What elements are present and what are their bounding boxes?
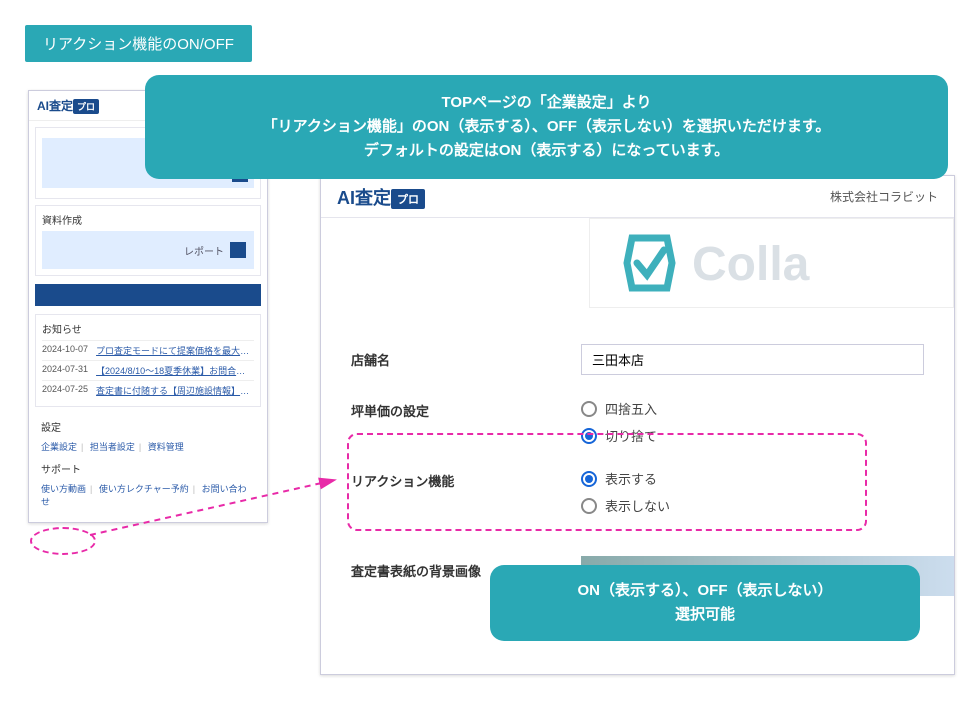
app-logo-large: AI査定プロ: [337, 184, 425, 210]
radio-icon: [581, 428, 597, 444]
label-reaction: リアクション機能: [351, 465, 581, 490]
link-lecture-book[interactable]: 使い方レクチャー予約: [99, 484, 189, 494]
input-store-name[interactable]: [581, 344, 924, 375]
news-section: お知らせ 2024-10-07 プロ査定モードにて提案価格を最大3つ計… 202…: [35, 314, 261, 407]
settings-title: 設定: [41, 419, 255, 434]
news-title: お知らせ: [42, 321, 254, 336]
news-date: 2024-10-07: [42, 344, 88, 357]
banner-line: デフォルトの設定はON（表示する）になっています。: [169, 139, 924, 163]
logo-badge: プロ: [391, 189, 425, 209]
settings-header: AI査定プロ 株式会社コラビット: [321, 176, 954, 218]
news-link[interactable]: プロ査定モードにて提案価格を最大3つ計…: [96, 344, 254, 357]
radio-unit-floor[interactable]: 切り捨て: [581, 426, 924, 445]
link-company-settings[interactable]: 企業設定: [41, 442, 77, 452]
link-staff-settings[interactable]: 担当者設定: [90, 442, 135, 452]
support-links-row: 使い方動画| 使い方レクチャー予約| お問い合わせ: [41, 480, 255, 510]
instruction-banner: TOPページの「企業設定」より 「リアクション機能」のON（表示する）、OFF（…: [145, 75, 948, 179]
banner-line: 「リアクション機能」のON（表示する）、OFF（表示しない）を選択いただけます。: [169, 115, 924, 139]
radio-label: 表示しない: [605, 496, 670, 515]
label-store-name: 店舗名: [351, 344, 581, 369]
news-item[interactable]: 2024-07-25 査定書に付随する【周辺施設情報】地域指…: [42, 380, 254, 400]
radio-icon: [581, 498, 597, 514]
radio-reaction-off[interactable]: 表示しない: [581, 496, 924, 515]
radio-unit-round[interactable]: 四捨五入: [581, 399, 924, 418]
news-date: 2024-07-25: [42, 384, 88, 397]
news-item[interactable]: 2024-07-31 【2024/8/10〜18夏季休業】お問合せは営業…: [42, 360, 254, 380]
radio-label: 四捨五入: [605, 399, 657, 418]
radio-icon: [581, 401, 597, 417]
label-unit-price: 坪単価の設定: [351, 395, 581, 420]
form-row-reaction: リアクション機能 表示する 表示しない: [351, 465, 924, 515]
doc-create-section: 資料作成 レポート: [35, 205, 261, 276]
banner-line: TOPページの「企業設定」より: [169, 91, 924, 115]
radio-label: 表示する: [605, 469, 657, 488]
radio-reaction-on[interactable]: 表示する: [581, 469, 924, 488]
main-action-bar[interactable]: [35, 284, 261, 306]
title-chip: リアクション機能のON/OFF: [25, 25, 252, 62]
form-row-unit-price: 坪単価の設定 四捨五入 切り捨て: [351, 395, 924, 445]
highlight-oval-company-settings: [30, 527, 96, 555]
company-name: 株式会社コラビット: [830, 188, 938, 205]
news-date: 2024-07-31: [42, 364, 88, 377]
settings-section: 設定 企業設定| 担当者設定| 資料管理 サポート 使い方動画| 使い方レクチャ…: [35, 413, 261, 516]
logo-badge: プロ: [73, 99, 99, 114]
logo-text: AI査定: [337, 188, 391, 208]
section-title-doc: 資料作成: [42, 212, 254, 227]
radio-icon: [581, 471, 597, 487]
callout-reaction: ON（表示する）、OFF（表示しない） 選択可能: [490, 565, 920, 641]
news-item[interactable]: 2024-10-07 プロ査定モードにて提案価格を最大3つ計…: [42, 340, 254, 360]
news-link[interactable]: 【2024/8/10〜18夏季休業】お問合せは営業…: [96, 364, 254, 377]
news-link[interactable]: 査定書に付随する【周辺施設情報】地域指…: [96, 384, 254, 397]
brand-logo-preview: Colla: [589, 218, 954, 308]
settings-links-row: 企業設定| 担当者設定| 資料管理: [41, 438, 255, 455]
callout-line: 選択可能: [510, 603, 900, 627]
logo-text: AI査定: [37, 99, 73, 113]
link-doc-manage[interactable]: 資料管理: [148, 442, 184, 452]
radio-label: 切り捨て: [605, 426, 657, 445]
form-row-store-name: 店舗名: [351, 344, 924, 375]
report-label: レポート: [184, 243, 224, 258]
svg-text:Colla: Colla: [692, 238, 810, 291]
report-button-placeholder[interactable]: レポート: [42, 231, 254, 269]
support-title: サポート: [41, 461, 255, 476]
link-howto-video[interactable]: 使い方動画: [41, 484, 86, 494]
callout-line: ON（表示する）、OFF（表示しない）: [510, 579, 900, 603]
settings-body: Colla 店舗名 坪単価の設定 四捨五入 切り捨て: [321, 218, 954, 596]
